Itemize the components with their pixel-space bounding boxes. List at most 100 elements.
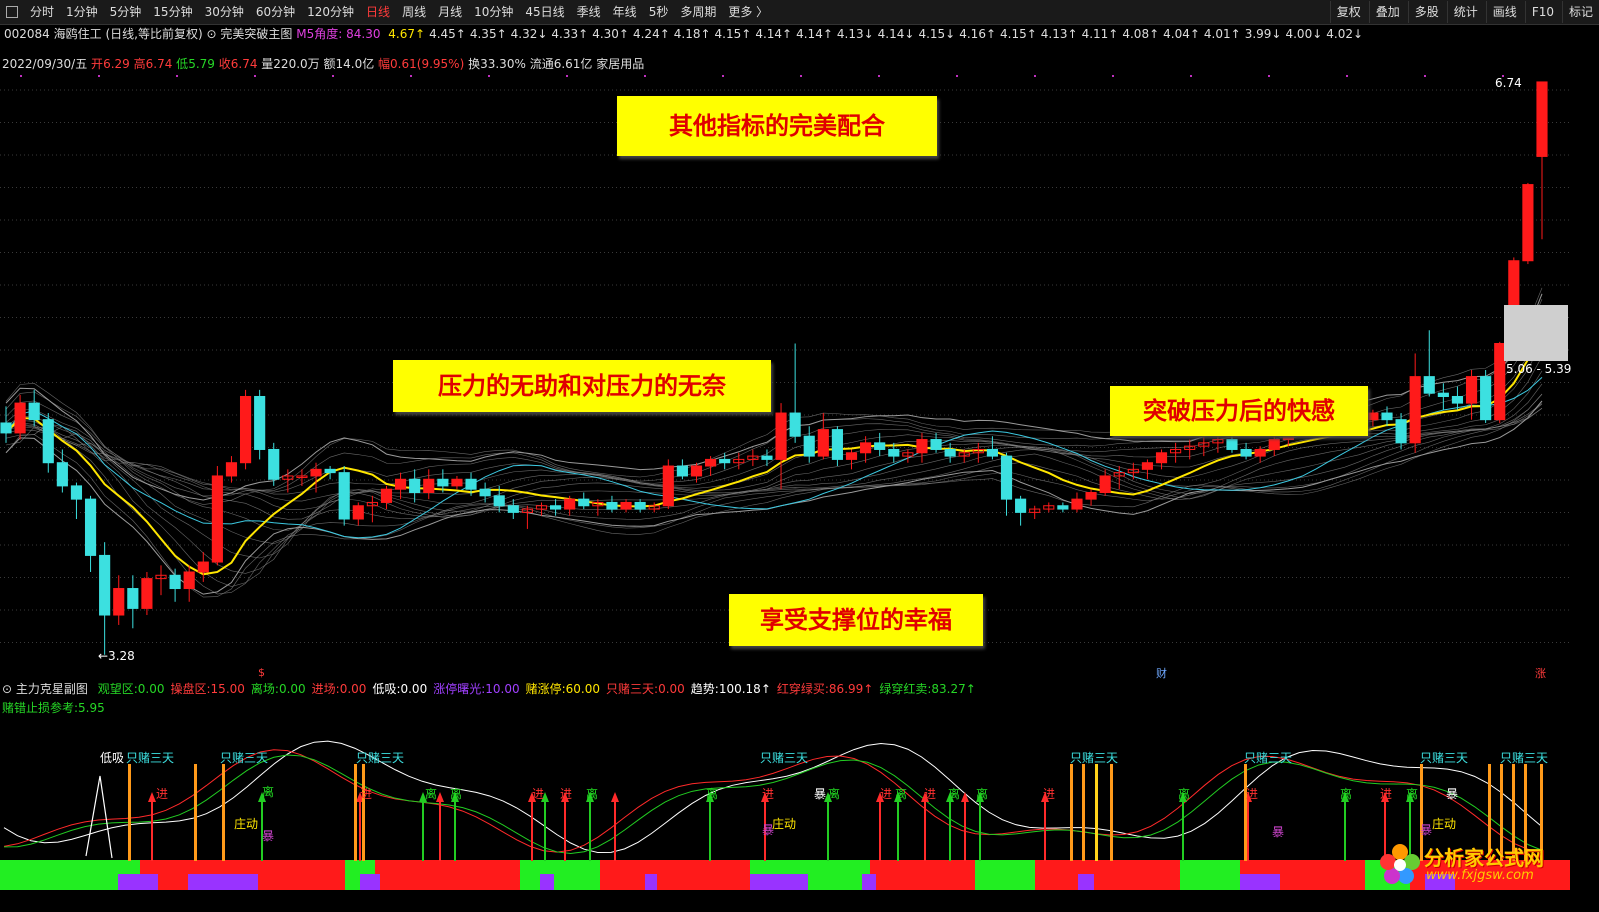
gamble-bar (1082, 764, 1085, 861)
signal-label: 只赌三天 (126, 751, 174, 765)
candle-body (465, 478, 477, 490)
toolbar-button-4[interactable]: 画线 (1485, 1, 1523, 23)
purple-zone-block (360, 874, 380, 890)
banner-pressure: 压力的无助和对压力的无奈 (393, 360, 771, 412)
signal-arrow-head (961, 792, 969, 802)
candle-body (338, 472, 350, 520)
m5-series-value: 4.13↓ (836, 27, 874, 41)
signal-label: 离 (262, 784, 274, 799)
sub-item-label: 趋势: (690, 682, 719, 696)
signal-arrow-head (148, 792, 156, 802)
high-price-label: 6.74 (1495, 76, 1522, 90)
period-tab-7[interactable]: 日线 (360, 5, 396, 19)
candle-body (1423, 376, 1435, 394)
signal-label: 暴 (1420, 823, 1432, 837)
candle-body (1240, 448, 1252, 457)
signal-label: 庄动 (234, 816, 258, 831)
period-tab-9[interactable]: 月线 (432, 5, 468, 19)
period-tab-8[interactable]: 周线 (396, 5, 432, 19)
period-tab-13[interactable]: 年线 (607, 5, 643, 19)
limit-up-marker[interactable]: 涨 (1535, 665, 1546, 681)
period-tab-4[interactable]: 30分钟 (199, 5, 250, 19)
candle-body (254, 395, 266, 450)
dropdown-icon[interactable]: ⊙ (207, 27, 217, 41)
grid-dot (566, 75, 568, 77)
grid-dot (488, 75, 490, 77)
candle-body (310, 468, 322, 477)
low-value: 5.79 (188, 57, 215, 71)
signal-label: 进 (560, 787, 572, 801)
candle-body (1437, 392, 1449, 397)
quote-row: 2022/09/30/五 开6.29 高6.74 低5.79 收6.74 量22… (2, 56, 644, 72)
dividend-marker[interactable]: $ (258, 666, 265, 679)
period-tab-1[interactable]: 1分钟 (60, 5, 104, 19)
signal-label: 只赌三天 (356, 751, 404, 765)
banner-support: 享受支撑位的幸福 (729, 594, 983, 646)
industry: 家居用品 (596, 57, 645, 71)
signal-label: 暴 (262, 829, 274, 843)
candle-body (803, 435, 815, 457)
toolbar-button-3[interactable]: 统计 (1446, 1, 1484, 23)
main-indicator-name[interactable]: 完美突破主图 (220, 27, 292, 41)
m5-series: 4.67↑ 4.45↑ 4.35↑ 4.32↓ 4.33↑ 4.30↑ 4.24↑ 4.18↑… (384, 27, 1363, 41)
candle-body (845, 452, 858, 460)
sub-dropdown-icon[interactable]: ⊙ (2, 682, 12, 696)
period-tab-10[interactable]: 10分钟 (468, 5, 519, 19)
sub-indicator-chart[interactable]: 低吸 只赌三天 只赌三天 只赌三天 只赌三天 只赌三天 只赌三天 只赌三天 只赌三天进进进进进进… (0, 716, 1570, 892)
sub-item-label: 涨停曙光: (433, 682, 486, 696)
purple-zone-block (862, 874, 876, 890)
period-tab-14[interactable]: 5秒 (643, 5, 675, 19)
grid-dot (1190, 75, 1192, 77)
period-tab-11[interactable]: 45日线 (519, 5, 570, 19)
candle-body (1141, 462, 1154, 470)
period-tab-12[interactable]: 季线 (571, 5, 607, 19)
candle-body (1536, 81, 1548, 157)
candle-body (1268, 439, 1280, 450)
candle-body (28, 402, 40, 421)
period-tab-15[interactable]: 多周期 (674, 5, 722, 19)
banner-breakout: 突破压力后的快感 (1110, 386, 1368, 436)
candle-body (620, 501, 632, 510)
signal-label: 只赌三天 (220, 751, 268, 765)
sub-item-value: 100.18↑ (718, 682, 771, 696)
banner-indicator-match: 其他指标的完美配合 (617, 96, 937, 156)
toolbar-button-0[interactable]: 复权 (1329, 1, 1367, 23)
signal-label: 离 (948, 786, 960, 801)
site-logo: 分析家公式网 www.fxjgsw.com (1378, 838, 1578, 890)
period-tab-6[interactable]: 120分钟 (301, 5, 360, 19)
period-tab-3[interactable]: 15分钟 (147, 5, 198, 19)
toolbar-button-6[interactable]: 标记 (1561, 1, 1599, 23)
grid-dot (98, 75, 100, 77)
m5-series-value: 3.99↓ (1244, 27, 1282, 41)
signal-label: 只赌三天 (1500, 751, 1548, 765)
toolbar-button-2[interactable]: 多股 (1407, 1, 1445, 23)
m5-series-value: 4.32↓ (510, 27, 548, 41)
toolbar-button-1[interactable]: 叠加 (1368, 1, 1406, 23)
period-info: (日线,等比前复权) (105, 27, 203, 41)
close-value: 6.74 (230, 57, 258, 71)
signal-label: 进 (1043, 787, 1055, 801)
sub-item-label: 只赌三天: (606, 682, 659, 696)
sub-indicator-name[interactable]: 主力克星副图 (16, 682, 88, 696)
period-tab-5[interactable]: 60分钟 (250, 5, 301, 19)
sub-item-label: 绿穿红卖: (879, 682, 932, 696)
main-kline-chart[interactable] (0, 72, 1570, 678)
m5-label: M5角度: (296, 27, 343, 41)
sub-item-value: 10.00 (485, 682, 520, 696)
period-tab-0[interactable]: 分时 (24, 5, 60, 19)
finance-marker[interactable]: 财 (1156, 665, 1167, 681)
m5-value: 84.30 (346, 27, 381, 41)
candle-body (690, 465, 703, 477)
candle-body (423, 478, 435, 494)
candle-body (141, 578, 153, 609)
period-tab-2[interactable]: 5分钟 (104, 5, 148, 19)
signal-label: 离 (450, 786, 462, 801)
sub-item-value: 60.00 (565, 682, 601, 696)
candle-body (239, 395, 252, 464)
window-icon[interactable] (6, 6, 18, 18)
candle-body (42, 419, 54, 464)
period-tab-16[interactable]: 更多 〉 (722, 5, 774, 19)
signal-label: 离 (828, 786, 840, 801)
toolbar-button-5[interactable]: F10 (1524, 1, 1560, 23)
candle-body (211, 475, 223, 563)
